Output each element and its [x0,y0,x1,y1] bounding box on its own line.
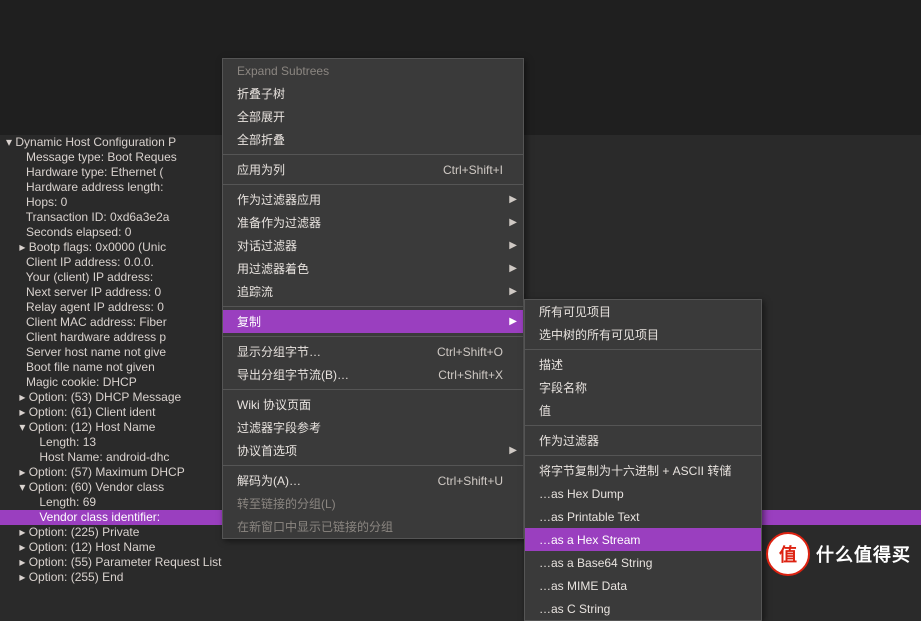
submenu-arrow-icon: ▶ [509,286,517,297]
menu-item-hotkey: Ctrl+Shift+X [438,368,503,382]
menu-item-label: …as Hex Dump [539,487,741,501]
menu-item-label: 将字节复制为十六进制 + ASCII 转储 [539,462,741,479]
menu-separator [525,455,761,456]
menu-item-label: 过滤器字段参考 [237,419,503,436]
menu-item-label: …as a Base64 String [539,556,741,570]
menu-item: Expand Subtrees [223,59,523,82]
menu-item[interactable]: Wiki 协议页面 [223,393,523,416]
menu-item-label: 复制 [237,313,503,330]
menu-item-label: 追踪流 [237,283,503,300]
menu-item[interactable]: 显示分组字节… Ctrl+Shift+O [223,340,523,363]
submenu-arrow-icon: ▶ [509,445,517,456]
watermark-badge: 值 什么值得买 [766,532,911,576]
menu-item[interactable]: 选中树的所有可见项目 [525,323,761,346]
menu-item[interactable]: 过滤器字段参考 [223,416,523,439]
menu-item-label: …as a Hex Stream [539,533,741,547]
menu-item: 转至链接的分组(L) [223,492,523,515]
menu-item[interactable]: 折叠子树 [223,82,523,105]
menu-item[interactable]: 对话过滤器 ▶ [223,234,523,257]
menu-item-label: 折叠子树 [237,85,503,102]
submenu-arrow-icon: ▶ [509,217,517,228]
menu-item[interactable]: …as a Base64 String [525,551,761,574]
menu-item-label: 导出分组字节流(B)… [237,366,408,383]
menu-item[interactable]: 全部展开 [223,105,523,128]
menu-item-label: …as MIME Data [539,579,741,593]
watermark-icon: 值 [766,532,810,576]
menu-separator [525,349,761,350]
menu-item-label: 全部展开 [237,108,503,125]
menu-item[interactable]: 字段名称 [525,376,761,399]
menu-item[interactable]: 追踪流 ▶ [223,280,523,303]
menu-separator [223,336,523,337]
menu-item-label: Expand Subtrees [237,64,503,78]
menu-item[interactable]: …as Hex Dump [525,482,761,505]
menu-item-label: 值 [539,402,741,419]
menu-item-label: 选中树的所有可见项目 [539,326,741,343]
menu-item-hotkey: Ctrl+Shift+O [437,345,503,359]
submenu-arrow-icon: ▶ [509,194,517,205]
menu-item-label: 转至链接的分组(L) [237,495,503,512]
menu-separator [223,306,523,307]
menu-separator [223,465,523,466]
menu-item-label: …as C String [539,602,741,616]
menu-separator [223,184,523,185]
menu-item[interactable]: 值 [525,399,761,422]
watermark-text: 什么值得买 [816,541,911,567]
menu-item-hotkey: Ctrl+Shift+U [438,474,503,488]
menu-item-label: 全部折叠 [237,131,503,148]
menu-item-label: 解码为(A)… [237,472,408,489]
submenu-arrow-icon: ▶ [509,240,517,251]
menu-item-label: …as Printable Text [539,510,741,524]
menu-item[interactable]: 用过滤器着色 ▶ [223,257,523,280]
menu-item[interactable]: …as Printable Text [525,505,761,528]
menu-item[interactable]: 作为过滤器应用 ▶ [223,188,523,211]
menu-item[interactable]: 协议首选项 ▶ [223,439,523,462]
menu-item[interactable]: 应用为列 Ctrl+Shift+I [223,158,523,181]
menu-item-label: 准备作为过滤器 [237,214,503,231]
menu-item[interactable]: 解码为(A)… Ctrl+Shift+U [223,469,523,492]
menu-item-label: 协议首选项 [237,442,503,459]
context-submenu-copy[interactable]: 所有可见项目选中树的所有可见项目描述字段名称值作为过滤器将字节复制为十六进制 +… [524,299,762,621]
menu-item[interactable]: 复制 ▶ [223,310,523,333]
menu-item[interactable]: 作为过滤器 [525,429,761,452]
context-menu-main[interactable]: Expand Subtrees 折叠子树全部展开全部折叠应用为列 Ctrl+Shif… [222,58,524,539]
menu-item[interactable]: 描述 [525,353,761,376]
menu-item-label: 用过滤器着色 [237,260,503,277]
menu-item-label: 描述 [539,356,741,373]
menu-item-label: 作为过滤器 [539,432,741,449]
menu-item[interactable]: 将字节复制为十六进制 + ASCII 转储 [525,459,761,482]
menu-item-label: Wiki 协议页面 [237,396,503,413]
menu-item[interactable]: 导出分组字节流(B)… Ctrl+Shift+X [223,363,523,386]
menu-item-hotkey: Ctrl+Shift+I [443,163,503,177]
menu-item-label: 显示分组字节… [237,343,407,360]
menu-item[interactable]: 准备作为过滤器 ▶ [223,211,523,234]
menu-item-label: 对话过滤器 [237,237,503,254]
submenu-arrow-icon: ▶ [509,316,517,327]
menu-item-label: 字段名称 [539,379,741,396]
menu-item-label: 在新窗口中显示已链接的分组 [237,518,503,535]
menu-item[interactable]: …as C String [525,597,761,620]
menu-item-label: 应用为列 [237,161,413,178]
menu-item[interactable]: …as a Hex Stream [525,528,761,551]
menu-item[interactable]: 全部折叠 [223,128,523,151]
menu-item[interactable]: 所有可见项目 [525,300,761,323]
menu-item-label: 作为过滤器应用 [237,191,503,208]
menu-separator [223,389,523,390]
menu-item-label: 所有可见项目 [539,303,741,320]
menu-separator [223,154,523,155]
submenu-arrow-icon: ▶ [509,263,517,274]
menu-item: 在新窗口中显示已链接的分组 [223,515,523,538]
menu-separator [525,425,761,426]
